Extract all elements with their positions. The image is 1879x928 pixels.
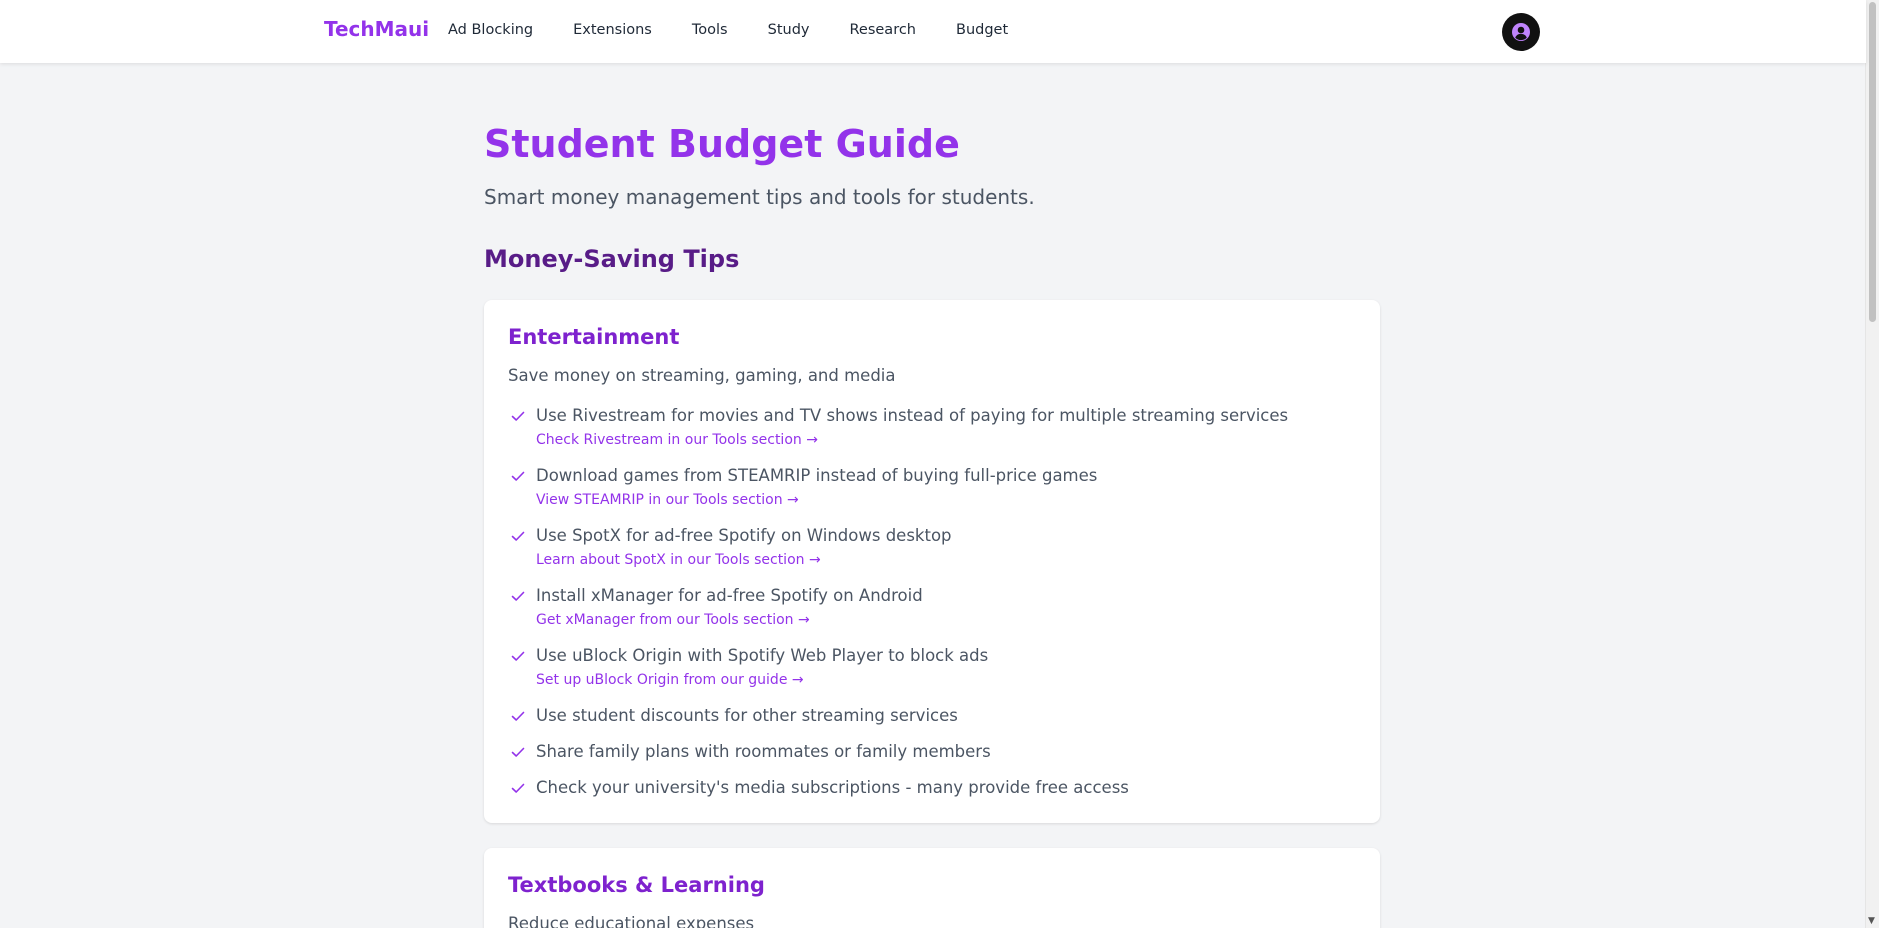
main-nav: Ad Blocking Extensions Tools Study Resea… — [448, 22, 1048, 38]
page-scrollbar[interactable]: ▼ — [1865, 0, 1879, 928]
tip-card-entertainment: Entertainment Save money on streaming, g… — [484, 300, 1380, 823]
check-icon — [511, 711, 525, 721]
tip-card-textbooks-learning: Textbooks & Learning Reduce educational … — [484, 848, 1380, 928]
check-icon — [511, 651, 525, 661]
nav-link-budget[interactable]: Budget — [956, 22, 1008, 38]
tip-link[interactable]: View STEAMRIP in our Tools section → — [536, 492, 799, 508]
page-subtitle: Smart money management tips and tools fo… — [484, 185, 1035, 209]
tip-link[interactable]: Set up uBlock Origin from our guide → — [536, 672, 804, 688]
nav-link-study[interactable]: Study — [768, 22, 810, 38]
nav-link-extensions[interactable]: Extensions — [573, 22, 652, 38]
page-title: Student Budget Guide — [484, 122, 960, 166]
section-title-money-saving-tips: Money-Saving Tips — [484, 245, 740, 273]
scrollbar-thumb[interactable] — [1869, 2, 1876, 322]
top-navbar: TechMaui Ad Blocking Extensions Tools St… — [0, 0, 1866, 63]
brand-logo-link[interactable]: TechMaui — [324, 17, 429, 41]
tip-text: Use student discounts for other streamin… — [536, 706, 958, 725]
tip-text: Check your university's media subscripti… — [536, 778, 1129, 797]
card-title: Textbooks & Learning — [508, 873, 765, 897]
user-circle-icon — [1512, 23, 1530, 41]
check-icon — [511, 411, 525, 421]
card-title: Entertainment — [508, 325, 680, 349]
tip-link[interactable]: Check Rivestream in our Tools section → — [536, 432, 818, 448]
nav-link-ad-blocking[interactable]: Ad Blocking — [448, 22, 533, 38]
card-description: Reduce educational expenses — [508, 914, 755, 928]
nav-link-tools[interactable]: Tools — [692, 22, 728, 38]
check-icon — [511, 591, 525, 601]
user-account-button[interactable] — [1502, 13, 1540, 51]
check-icon — [511, 747, 525, 757]
tip-link[interactable]: Get xManager from our Tools section → — [536, 612, 810, 628]
tip-text: Use Rivestream for movies and TV shows i… — [536, 406, 1289, 425]
tip-text: Download games from STEAMRIP instead of … — [536, 466, 1098, 485]
tip-text: Use SpotX for ad-free Spotify on Windows… — [536, 526, 952, 545]
tip-text: Share family plans with roommates or fam… — [536, 742, 991, 761]
tip-text: Use uBlock Origin with Spotify Web Playe… — [536, 646, 989, 665]
scroll-down-arrow-icon[interactable]: ▼ — [1868, 917, 1875, 926]
check-icon — [511, 783, 525, 793]
viewport: TechMaui Ad Blocking Extensions Tools St… — [0, 0, 1879, 928]
tip-text: Install xManager for ad-free Spotify on … — [536, 586, 923, 605]
tip-link[interactable]: Learn about SpotX in our Tools section → — [536, 552, 821, 568]
check-icon — [511, 531, 525, 541]
nav-link-research[interactable]: Research — [849, 22, 916, 38]
card-description: Save money on streaming, gaming, and med… — [508, 366, 896, 385]
check-icon — [511, 471, 525, 481]
